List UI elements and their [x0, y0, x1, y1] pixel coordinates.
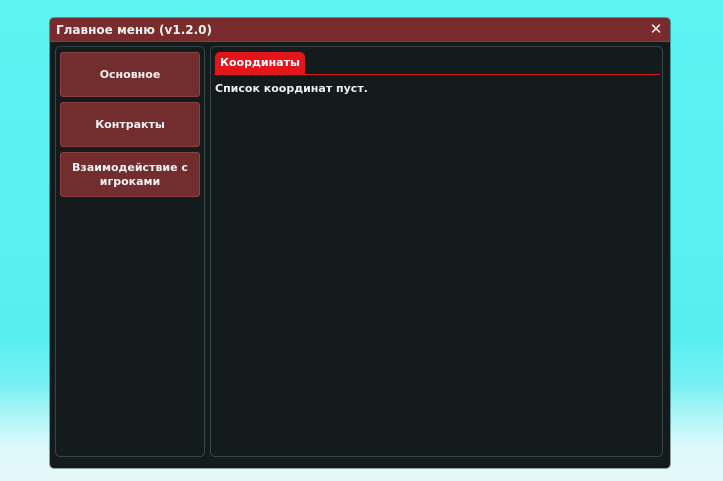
content-panel: Координаты Список координат пуст. [210, 46, 663, 457]
main-menu-window: Главное меню (v1.2.0) ✕ Основное Контрак… [50, 18, 670, 468]
window-titlebar[interactable]: Главное меню (v1.2.0) ✕ [50, 18, 670, 42]
close-icon[interactable]: ✕ [648, 20, 664, 38]
tab-underline [214, 74, 660, 75]
sidebar-item-contracts[interactable]: Контракты [60, 102, 200, 147]
sidebar-item-player-interaction[interactable]: Взаимодействие с игроками [60, 152, 200, 197]
window-title: Главное меню (v1.2.0) [56, 23, 213, 37]
tab-coordinates[interactable]: Координаты [215, 52, 305, 74]
sidebar-item-main[interactable]: Основное [60, 52, 200, 97]
sidebar: Основное Контракты Взаимодействие с игро… [55, 46, 205, 457]
empty-coordinates-message: Список координат пуст. [215, 82, 368, 95]
